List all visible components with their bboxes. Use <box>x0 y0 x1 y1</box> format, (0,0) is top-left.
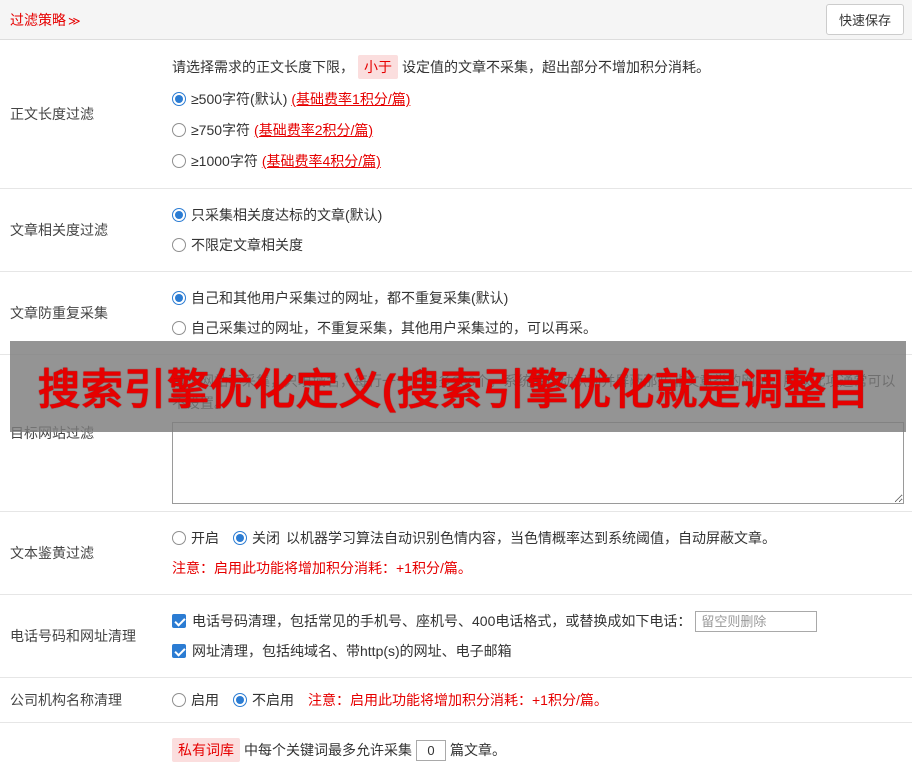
radio-icon[interactable] <box>172 154 186 168</box>
page-title-text: 过滤策略 <box>10 12 66 28</box>
porn-cost-note: 注意：启用此功能将增加积分消耗：+1积分/篇。 <box>172 557 904 579</box>
replacement-phone-input[interactable] <box>695 611 817 632</box>
chevron-down-icon: ≫ <box>68 14 81 28</box>
row-company-name-cleanup: 公司机构名称清理 启用 不启用 注意：启用此功能将增加积分消耗：+1积分/篇。 <box>0 678 912 723</box>
radio-icon[interactable] <box>172 531 186 545</box>
fee-note-link[interactable]: (基础费率1积分/篇) <box>291 88 410 110</box>
length-option-500[interactable]: ≥500字符(默认) (基础费率1积分/篇) <box>172 88 904 110</box>
private-lexicon-badge: 私有词库 <box>172 738 240 762</box>
row-label: 关键词防重复采集 <box>0 723 172 768</box>
quick-save-button[interactable]: 快速保存 <box>826 4 904 35</box>
fee-note-link[interactable]: (基础费率2积分/篇) <box>254 119 373 141</box>
page-title[interactable]: 过滤策略≫ <box>10 10 81 30</box>
less-than-highlight: 小于 <box>358 55 398 79</box>
row-relevance-filter: 文章相关度过滤 只采集相关度达标的文章(默认) 不限定文章相关度 <box>0 189 912 272</box>
row-keyword-dedup: 关键词防重复采集 私有词库 中每个关键词最多允许采集 篇文章。 如果留空或设为0… <box>0 723 912 768</box>
phone-cleanup-label: 电话号码清理，包括常见的手机号、座机号、400电话格式，或替换成如下电话： <box>192 610 691 632</box>
relevance-option-default[interactable]: 只采集相关度达标的文章(默认) <box>172 204 904 226</box>
length-option-750[interactable]: ≥750字符 (基础费率2积分/篇) <box>172 119 904 141</box>
overlay-banner: 搜索引擎优化定义(搜索引擎优化就是调整目 <box>10 341 906 432</box>
relevance-option-any[interactable]: 不限定文章相关度 <box>172 234 904 256</box>
porn-on-label[interactable]: 开启 <box>191 527 219 549</box>
row-label: 电话号码和网址清理 <box>0 595 172 677</box>
radio-icon[interactable] <box>172 123 186 137</box>
radio-icon[interactable] <box>172 321 186 335</box>
porn-off-label[interactable]: 关闭 <box>252 527 280 549</box>
url-cleanup-label: 网址清理，包括纯域名、带http(s)的网址、电子邮箱 <box>192 640 512 662</box>
radio-icon[interactable] <box>172 208 186 222</box>
radio-icon[interactable] <box>233 531 247 545</box>
company-on-label[interactable]: 启用 <box>191 689 219 711</box>
porn-desc: 以机器学习算法自动识别色情内容，当色情概率达到系统阈值，自动屏蔽文章。 <box>286 527 776 549</box>
top-bar: 过滤策略≫ 快速保存 <box>0 0 912 40</box>
blocked-domains-textarea[interactable] <box>172 422 904 504</box>
checkbox-icon[interactable] <box>172 614 186 628</box>
radio-icon[interactable] <box>172 291 186 305</box>
radio-icon[interactable] <box>172 693 186 707</box>
row-label: 公司机构名称清理 <box>0 678 172 722</box>
fee-note-link[interactable]: (基础费率4积分/篇) <box>262 150 381 172</box>
dedup-option-all[interactable]: 自己和其他用户采集过的网址，都不重复采集(默认) <box>172 287 904 309</box>
radio-icon[interactable] <box>233 693 247 707</box>
row-porn-filter: 文本鉴黄过滤 开启 关闭 以机器学习算法自动识别色情内容，当色情概率达到系统阈值… <box>0 512 912 595</box>
length-option-1000[interactable]: ≥1000字符 (基础费率4积分/篇) <box>172 150 904 172</box>
radio-icon[interactable] <box>172 92 186 106</box>
length-intro: 请选择需求的正文长度下限，小于设定值的文章不采集，超出部分不增加积分消耗。 <box>172 55 904 79</box>
row-label: 文本鉴黄过滤 <box>0 512 172 594</box>
max-articles-input[interactable] <box>416 740 446 761</box>
radio-icon[interactable] <box>172 238 186 252</box>
row-label: 正文长度过滤 <box>0 40 172 188</box>
row-body-length-filter: 正文长度过滤 请选择需求的正文长度下限，小于设定值的文章不采集，超出部分不增加积… <box>0 40 912 189</box>
row-phone-url-cleanup: 电话号码和网址清理 电话号码清理，包括常见的手机号、座机号、400电话格式，或替… <box>0 595 912 678</box>
overlay-marquee-text: 搜索引擎优化定义(搜索引擎优化就是调整目 <box>38 356 870 417</box>
row-label: 文章相关度过滤 <box>0 189 172 271</box>
filter-strategy-page: 过滤策略≫ 快速保存 正文长度过滤 请选择需求的正文长度下限，小于设定值的文章不… <box>0 0 912 768</box>
dedup-option-own[interactable]: 自己采集过的网址，不重复采集，其他用户采集过的，可以再采。 <box>172 317 904 339</box>
company-cost-note: 注意：启用此功能将增加积分消耗：+1积分/篇。 <box>308 689 608 711</box>
checkbox-icon[interactable] <box>172 644 186 658</box>
company-off-label[interactable]: 不启用 <box>252 689 294 711</box>
